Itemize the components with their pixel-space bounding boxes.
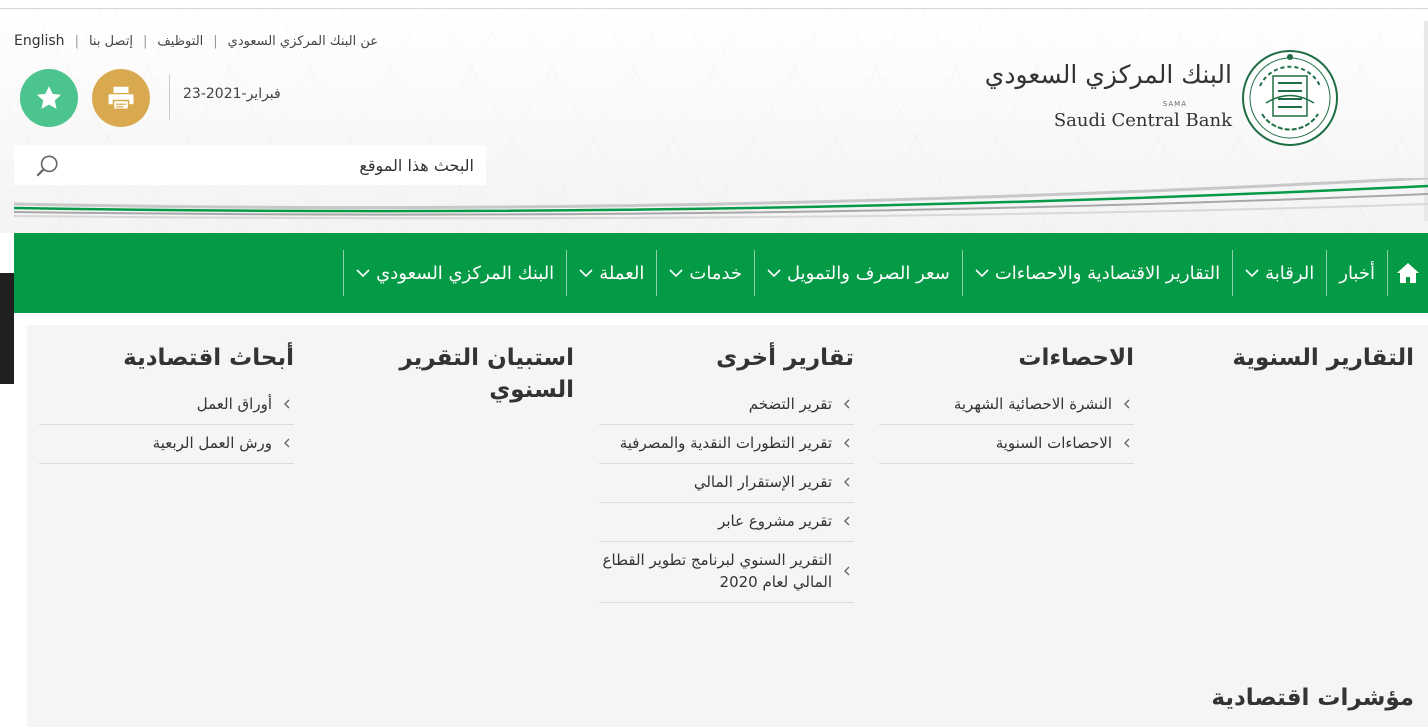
nav-item-label: أخبار	[1339, 262, 1375, 284]
divider: |	[142, 33, 148, 49]
chevron-left-icon	[280, 399, 294, 409]
nav-item-label: البنك المركزي السعودي	[376, 262, 555, 284]
home-icon	[1397, 263, 1419, 283]
menu-item-link[interactable]: النشرة الاحصائية الشهرية	[879, 386, 1134, 425]
current-date: 23-فبراير-2021	[183, 86, 281, 102]
site-logo[interactable]: البنك المركزي السعودي SAMA Saudi Central…	[985, 48, 1340, 148]
menu-item-link[interactable]: تقرير التطورات النقدية والمصرفية	[599, 425, 854, 464]
nav-item-supervision[interactable]: الرقابة	[1233, 233, 1326, 313]
column-title-link[interactable]: أبحاث اقتصادية	[39, 342, 294, 374]
menu-item-link[interactable]: تقرير الإستقرار المالي	[599, 464, 854, 503]
favorite-button[interactable]	[20, 69, 78, 127]
chevron-left-icon	[1120, 438, 1134, 448]
home-button[interactable]	[1388, 233, 1428, 313]
chevron-left-icon	[1120, 399, 1134, 409]
nav-item-label: العملة	[599, 262, 645, 284]
menu-item-label: ورش العمل الربعية	[152, 434, 272, 452]
nav-item-label: الرقابة	[1265, 262, 1315, 284]
nav-item-economic-reports[interactable]: التقارير الاقتصادية والاحصاءات	[963, 233, 1232, 313]
menu-item-label: تقرير التطورات النقدية والمصرفية	[619, 434, 832, 452]
chevron-left-icon	[840, 399, 854, 409]
logo-sama-text: SAMA	[1162, 100, 1187, 108]
menu-item-label: التقرير السنوي لبرنامج تطوير القطاع الما…	[602, 551, 832, 591]
menu-column-survey: استبيان التقرير السنوي	[319, 342, 574, 418]
menu-column-economic-research: أبحاث اقتصادية أوراق العمل ورش العمل الر…	[39, 342, 294, 464]
menu-item-label: تقرير الإستقرار المالي	[693, 473, 832, 491]
mega-menu: التقارير السنوية الاحصاءات النشرة الاحصا…	[27, 325, 1428, 727]
search-icon[interactable]	[34, 153, 60, 179]
logo-english-text: Saudi Central Bank	[1053, 110, 1232, 131]
menu-item-link[interactable]: تقرير التضخم	[599, 386, 854, 425]
nav-item-central-bank[interactable]: البنك المركزي السعودي	[344, 233, 566, 313]
chevron-down-icon	[975, 268, 989, 278]
header-swoosh	[14, 178, 1428, 220]
star-icon	[36, 86, 62, 109]
chevron-down-icon	[767, 268, 781, 278]
about-link[interactable]: عن البنك المركزي السعودي	[228, 34, 378, 49]
nav-item-currency[interactable]: العملة	[567, 233, 656, 313]
nav-divider	[1232, 250, 1234, 296]
chevron-left-icon	[840, 566, 854, 576]
menu-list: أوراق العمل ورش العمل الربعية	[39, 386, 294, 464]
menu-item-link[interactable]: الاحصاءات السنوية	[879, 425, 1134, 464]
menu-item-label: تقرير مشروع عابر	[718, 512, 832, 530]
chevron-left-icon	[280, 438, 294, 448]
edge-strip	[0, 273, 14, 384]
careers-link[interactable]: التوظيف	[157, 34, 203, 49]
nav-divider	[1387, 250, 1388, 296]
print-button[interactable]	[92, 69, 150, 127]
nav-item-news[interactable]: أخبار	[1327, 233, 1387, 313]
nav-divider	[961, 250, 963, 296]
nav-divider	[1326, 250, 1328, 296]
nav-item-label: التقارير الاقتصادية والاحصاءات	[994, 262, 1221, 284]
menu-column-other-reports: تقارير أخرى تقرير التضخم تقرير التطورات …	[599, 342, 854, 603]
menu-item-link[interactable]: أوراق العمل	[39, 386, 294, 425]
menu-item-label: النشرة الاحصائية الشهرية	[953, 395, 1112, 413]
divider: |	[74, 33, 79, 49]
chevron-down-icon	[1245, 268, 1259, 278]
nav-divider	[566, 250, 568, 296]
column-title-link[interactable]: استبيان التقرير السنوي	[319, 342, 574, 406]
menu-list: النشرة الاحصائية الشهرية الاحصاءات السنو…	[879, 386, 1134, 464]
chevron-down-icon	[356, 268, 370, 278]
chevron-down-icon	[579, 268, 593, 278]
nav-item-label: سعر الصرف والتمويل	[787, 262, 950, 284]
menu-item-label: أوراق العمل	[196, 395, 272, 413]
nav-item-label: خدمات	[689, 262, 743, 284]
printer-icon	[108, 86, 134, 110]
nav-divider	[656, 250, 658, 296]
menu-column-annual-reports: التقارير السنوية	[1159, 342, 1414, 386]
header-divider	[169, 74, 170, 120]
menu-column-statistics: الاحصاءات النشرة الاحصائية الشهرية الاحص…	[879, 342, 1134, 464]
nav-divider	[343, 250, 345, 296]
column-title-link[interactable]: تقارير أخرى	[599, 342, 854, 374]
main-nav: أخبار الرقابة التقارير الاقتصادية والاحص…	[14, 233, 1428, 313]
nav-item-exchange-rate[interactable]: سعر الصرف والتمويل	[755, 233, 962, 313]
section-title: مؤشرات اقتصادية	[1211, 685, 1414, 711]
chevron-left-icon	[840, 516, 854, 526]
menu-item-label: تقرير التضخم	[748, 395, 832, 413]
english-link[interactable]: English	[14, 33, 65, 49]
menu-item-link[interactable]: ورش العمل الربعية	[39, 425, 294, 464]
chevron-left-icon	[840, 477, 854, 487]
contact-link[interactable]: إتصل بنا	[89, 34, 133, 49]
nav-divider	[754, 250, 756, 296]
utility-links: English | إتصل بنا | التوظيف | عن البنك …	[14, 30, 378, 52]
column-title-link[interactable]: التقارير السنوية	[1159, 342, 1414, 374]
menu-item-link[interactable]: تقرير مشروع عابر	[599, 503, 854, 542]
column-title-link[interactable]: الاحصاءات	[879, 342, 1134, 374]
menu-list: تقرير التضخم تقرير التطورات النقدية والم…	[599, 386, 854, 603]
menu-item-link[interactable]: التقرير السنوي لبرنامج تطوير القطاع الما…	[599, 542, 854, 603]
divider: |	[213, 33, 218, 49]
bank-seal-icon	[1242, 50, 1338, 146]
chevron-left-icon	[840, 438, 854, 448]
nav-item-services[interactable]: خدمات	[657, 233, 754, 313]
menu-item-label: الاحصاءات السنوية	[995, 434, 1112, 452]
chevron-down-icon	[669, 268, 683, 278]
logo-arabic-text: البنك المركزي السعودي	[984, 60, 1232, 89]
nav-items: أخبار الرقابة التقارير الاقتصادية والاحص…	[343, 233, 1428, 313]
